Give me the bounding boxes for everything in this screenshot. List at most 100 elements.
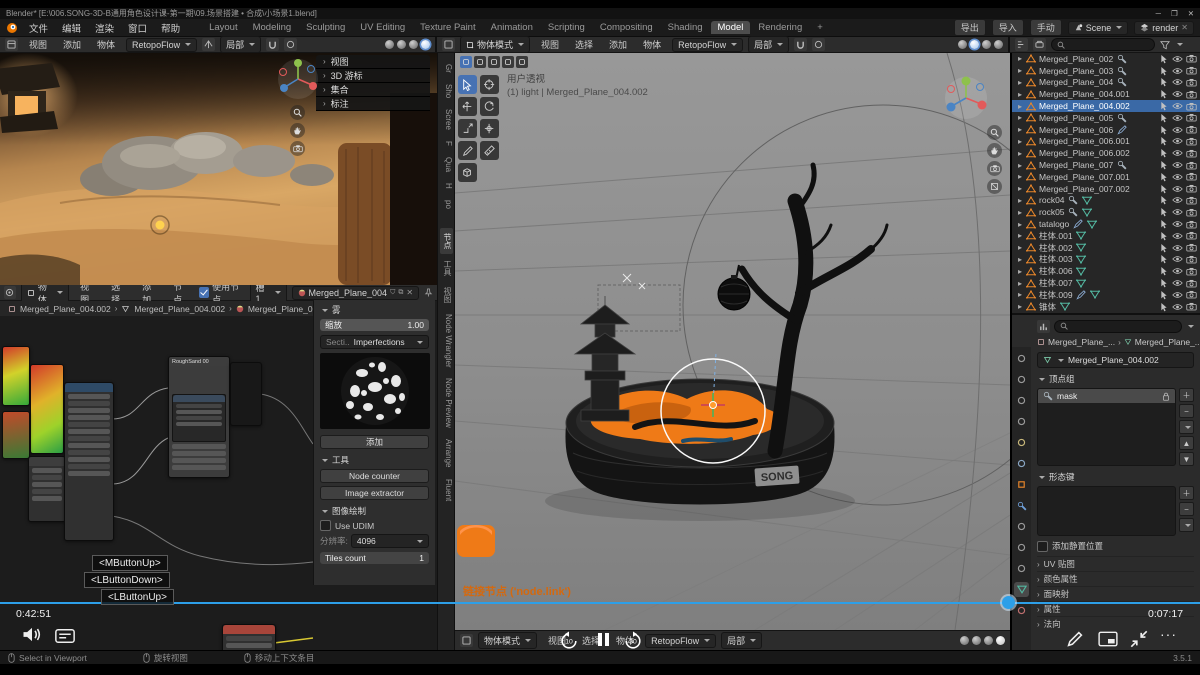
menu-视图[interactable]: 视图 xyxy=(535,37,565,52)
shading-mode-rendered[interactable] xyxy=(421,40,430,49)
move-tool[interactable] xyxy=(458,97,477,116)
camera-view-icon[interactable] xyxy=(987,161,1002,176)
export-button[interactable]: 导出 xyxy=(954,19,986,36)
pan-hand-icon[interactable] xyxy=(987,143,1002,158)
section-面映射[interactable]: ›面映射 xyxy=(1037,586,1194,601)
tiles-count-field[interactable]: Tiles count1 xyxy=(320,552,429,564)
maximize-button[interactable]: ❐ xyxy=(1171,9,1178,18)
selectable-icon[interactable] xyxy=(1158,160,1169,171)
menu-物体[interactable]: 物体 xyxy=(637,37,667,52)
sidebar-tab-Qua[interactable]: Qua xyxy=(440,152,453,177)
visibility-eye-icon[interactable] xyxy=(1172,278,1183,289)
shape-keys-header[interactable]: 形态键 xyxy=(1037,471,1194,483)
render-visibility-icon[interactable] xyxy=(1186,160,1197,171)
select-box-tool[interactable] xyxy=(458,75,477,94)
visibility-eye-icon[interactable] xyxy=(1172,254,1183,265)
scale-slider[interactable]: 缩放1.00 xyxy=(320,319,429,331)
render-visibility-icon[interactable] xyxy=(1186,124,1197,135)
render-visibility-icon[interactable] xyxy=(1186,219,1197,230)
selectable-icon[interactable] xyxy=(1158,171,1169,182)
roughsand-node[interactable]: RoughSand 00 xyxy=(168,356,230,478)
section-dropdown[interactable]: Secti.. Imperfections xyxy=(320,335,429,349)
node-sidebar-tab-Node Preview[interactable]: Node Preview xyxy=(440,373,453,433)
fake-user-shield-icon[interactable]: ⛉ xyxy=(390,289,395,297)
visibility-eye-icon[interactable] xyxy=(1172,136,1183,147)
visibility-eye-icon[interactable] xyxy=(1172,77,1183,88)
outliner-row-Merged_Plane_004.002[interactable]: ▸Merged_Plane_004.002 xyxy=(1012,100,1200,112)
annotate-tool[interactable] xyxy=(458,141,477,160)
properties-tab-physics-icon[interactable] xyxy=(1014,540,1029,555)
selectable-icon[interactable] xyxy=(1158,65,1169,76)
skip-forward-icon[interactable]: 30 xyxy=(622,631,644,651)
render-preview-viewport[interactable]: ›视图›3D 游标›集合›标注 xyxy=(0,53,437,285)
node-sidebar-tab-视图[interactable]: 视图 xyxy=(440,282,453,308)
render-visibility-icon[interactable] xyxy=(1186,266,1197,277)
render-visibility-icon[interactable] xyxy=(1186,112,1197,123)
retopoflow-menu[interactable]: RetopoFlow xyxy=(672,38,743,52)
zoom-icon[interactable] xyxy=(987,125,1002,140)
visibility-eye-icon[interactable] xyxy=(1172,124,1183,135)
selectable-icon[interactable] xyxy=(1158,289,1169,300)
shading-mode-wireframe[interactable] xyxy=(958,40,967,49)
shading-mode-material[interactable] xyxy=(409,40,418,49)
section-UV 贴图[interactable]: ›UV 贴图 xyxy=(1037,556,1194,571)
node-sidebar-tab-节点[interactable]: 节点 xyxy=(440,228,453,254)
retopoflow-menu[interactable]: RetopoFlow xyxy=(645,634,716,648)
visibility-eye-icon[interactable] xyxy=(1172,171,1183,182)
main-3d-viewport[interactable]: SONG xyxy=(455,53,1010,650)
vertex-groups-header[interactable]: 顶点组 xyxy=(1037,373,1194,385)
outliner-row-Merged_Plane_006[interactable]: ▸Merged_Plane_006 xyxy=(1012,124,1200,136)
render-visibility-icon[interactable] xyxy=(1186,77,1197,88)
visibility-eye-icon[interactable] xyxy=(1172,65,1183,76)
menu-物体[interactable]: 物体 xyxy=(91,37,121,52)
sidebar-tab-H[interactable]: H xyxy=(440,178,453,194)
image-extractor-button[interactable]: Image extractor xyxy=(320,486,429,500)
add-imperfection-button[interactable]: 添加 xyxy=(320,435,429,449)
snap-magnet-icon[interactable] xyxy=(266,38,279,51)
outliner-search-input[interactable] xyxy=(1051,38,1155,51)
menu-编辑[interactable]: 编辑 xyxy=(56,20,87,36)
outliner-row-柱体.006[interactable]: ▸柱体.006 xyxy=(1012,265,1200,277)
selectable-icon[interactable] xyxy=(1158,195,1169,206)
properties-tab-object-icon[interactable] xyxy=(1014,477,1029,492)
move-down-button[interactable]: ▼ xyxy=(1179,452,1194,466)
resolution-dropdown[interactable]: 4096 xyxy=(351,534,429,548)
visibility-eye-icon[interactable] xyxy=(1172,289,1183,300)
pause-button[interactable] xyxy=(598,633,609,646)
vertex-groups-list[interactable]: mask xyxy=(1037,388,1176,466)
render-visibility-icon[interactable] xyxy=(1186,254,1197,265)
mesh-name-field[interactable]: Merged_Plane_004.002 xyxy=(1037,352,1194,368)
render-visibility-icon[interactable] xyxy=(1186,289,1197,300)
workspace-tab-scripting[interactable]: Scripting xyxy=(541,21,592,34)
outliner-row-Merged_Plane_005[interactable]: ▸Merged_Plane_005 xyxy=(1012,112,1200,124)
shape-keys-list[interactable] xyxy=(1037,486,1176,536)
properties-tab-constraints-icon[interactable] xyxy=(1014,561,1029,576)
snap-magnet-icon[interactable] xyxy=(794,38,807,51)
workspace-tab-+[interactable]: + xyxy=(810,21,830,34)
outliner-row-Merged_Plane_007.001[interactable]: ▸Merged_Plane_007.001 xyxy=(1012,171,1200,183)
workspace-tab-compositing[interactable]: Compositing xyxy=(593,21,660,34)
render-visibility-icon[interactable] xyxy=(1186,65,1197,76)
shading-mode-wireframe[interactable] xyxy=(960,636,969,645)
menu-窗口[interactable]: 窗口 xyxy=(122,20,153,36)
selectable-icon[interactable] xyxy=(1158,101,1169,112)
menu-帮助[interactable]: 帮助 xyxy=(155,20,186,36)
shading-mode-wireframe[interactable] xyxy=(385,40,394,49)
pan-hand-icon[interactable] xyxy=(290,123,305,138)
sidebar-tab-po[interactable]: po xyxy=(440,195,453,214)
visibility-eye-icon[interactable] xyxy=(1172,89,1183,100)
visibility-eye-icon[interactable] xyxy=(1172,219,1183,230)
workspace-tab-model[interactable]: Model xyxy=(711,21,751,34)
outliner-row-Merged_Plane_006.001[interactable]: ▸Merged_Plane_006.001 xyxy=(1012,136,1200,148)
visibility-eye-icon[interactable] xyxy=(1172,160,1183,171)
mode-selector[interactable]: 物体模式 xyxy=(478,632,537,649)
visibility-eye-icon[interactable] xyxy=(1172,230,1183,241)
shading-mode-rendered[interactable] xyxy=(994,40,1003,49)
filter-collection-icon[interactable] xyxy=(1033,38,1046,51)
outliner-row-rock05[interactable]: ▸rock05 xyxy=(1012,206,1200,218)
vertex-group-item[interactable]: mask xyxy=(1038,389,1175,403)
add-vertex-group-button[interactable]: ＋ xyxy=(1179,388,1194,402)
mix-node[interactable] xyxy=(64,382,114,541)
render-visibility-icon[interactable] xyxy=(1186,136,1197,147)
shading-mode-rendered[interactable] xyxy=(996,636,1005,645)
